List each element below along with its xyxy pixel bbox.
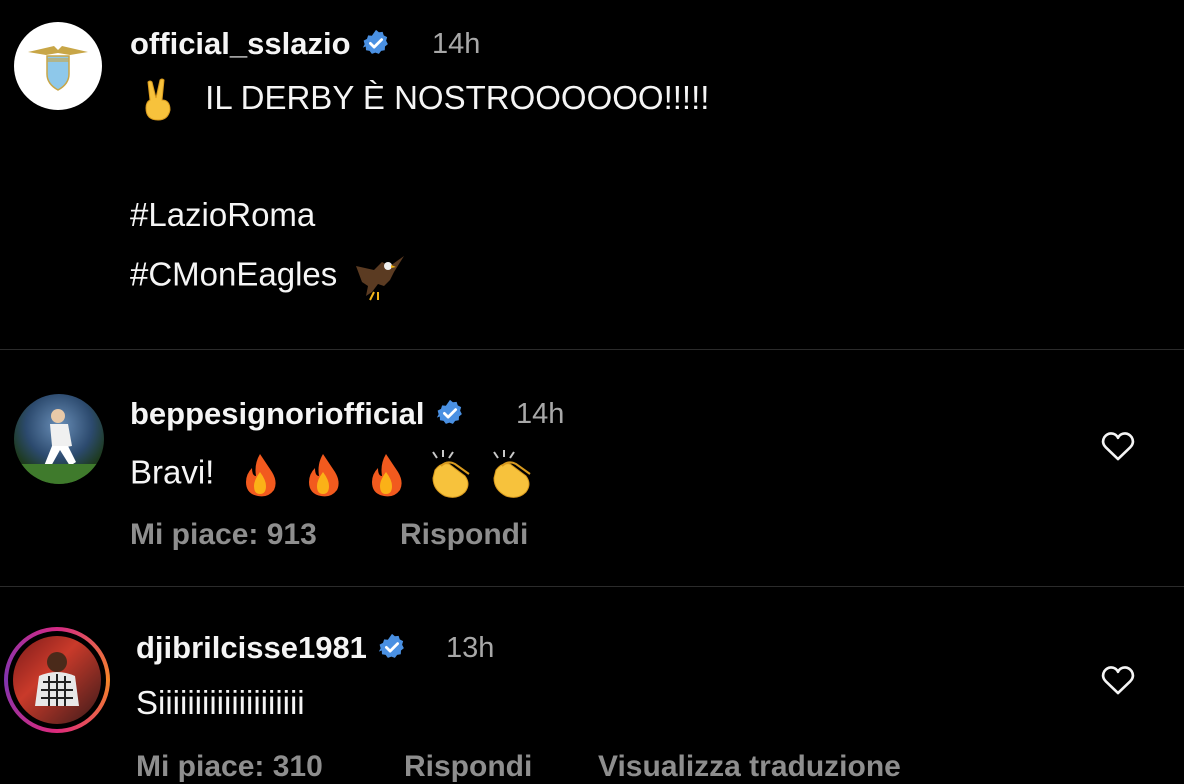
eagle-emoji bbox=[356, 256, 405, 301]
post-time: 14h bbox=[432, 28, 481, 60]
beppe-avatar[interactable] bbox=[14, 394, 104, 484]
cisse-photo bbox=[13, 636, 101, 724]
victory-hand-emoji bbox=[145, 78, 171, 121]
reply-button[interactable]: Rispondi bbox=[400, 518, 528, 552]
like-heart-icon[interactable] bbox=[1100, 430, 1136, 462]
verified-badge-icon bbox=[362, 29, 388, 54]
comment-time: 13h bbox=[446, 632, 495, 664]
fire-emoji bbox=[245, 454, 276, 497]
avatar-ring-gap bbox=[8, 631, 106, 729]
clapping-hands-emoji bbox=[432, 450, 470, 498]
comment-username[interactable]: beppesignoriofficial bbox=[130, 396, 465, 432]
post-hashtag-1[interactable]: #LazioRoma bbox=[130, 196, 315, 234]
lazio-crest-icon bbox=[28, 46, 88, 91]
comment-username[interactable]: djibrilcisse1981 bbox=[136, 630, 407, 666]
player-photo-icon bbox=[14, 409, 104, 484]
post-hashtag-2: #CMonEagles bbox=[130, 252, 406, 302]
divider bbox=[0, 586, 1184, 587]
like-heart-icon[interactable] bbox=[1100, 664, 1136, 696]
person-photo-icon bbox=[35, 652, 79, 706]
verified-badge-icon bbox=[378, 633, 404, 658]
lazio-avatar[interactable] bbox=[14, 22, 102, 110]
cisse-avatar[interactable] bbox=[4, 627, 110, 733]
post-caption: official_sslazio 14h IL DERBY È NOSTROOO… bbox=[0, 0, 1184, 349]
comment-text: Bravi! bbox=[130, 448, 536, 502]
fire-emoji bbox=[371, 454, 402, 497]
comment-text: Siiiiiiiiiiiiiiiiiiii bbox=[136, 684, 305, 721]
post-line1: IL DERBY È NOSTROOOOOO!!!!! bbox=[138, 78, 709, 122]
clapping-hands-emoji bbox=[493, 450, 531, 498]
post-username[interactable]: official_sslazio bbox=[130, 26, 391, 62]
fire-emoji bbox=[308, 454, 339, 497]
comment-time: 14h bbox=[516, 398, 565, 430]
comment-likes[interactable]: Mi piace: 913 bbox=[130, 518, 317, 552]
verified-badge-icon bbox=[436, 399, 462, 424]
